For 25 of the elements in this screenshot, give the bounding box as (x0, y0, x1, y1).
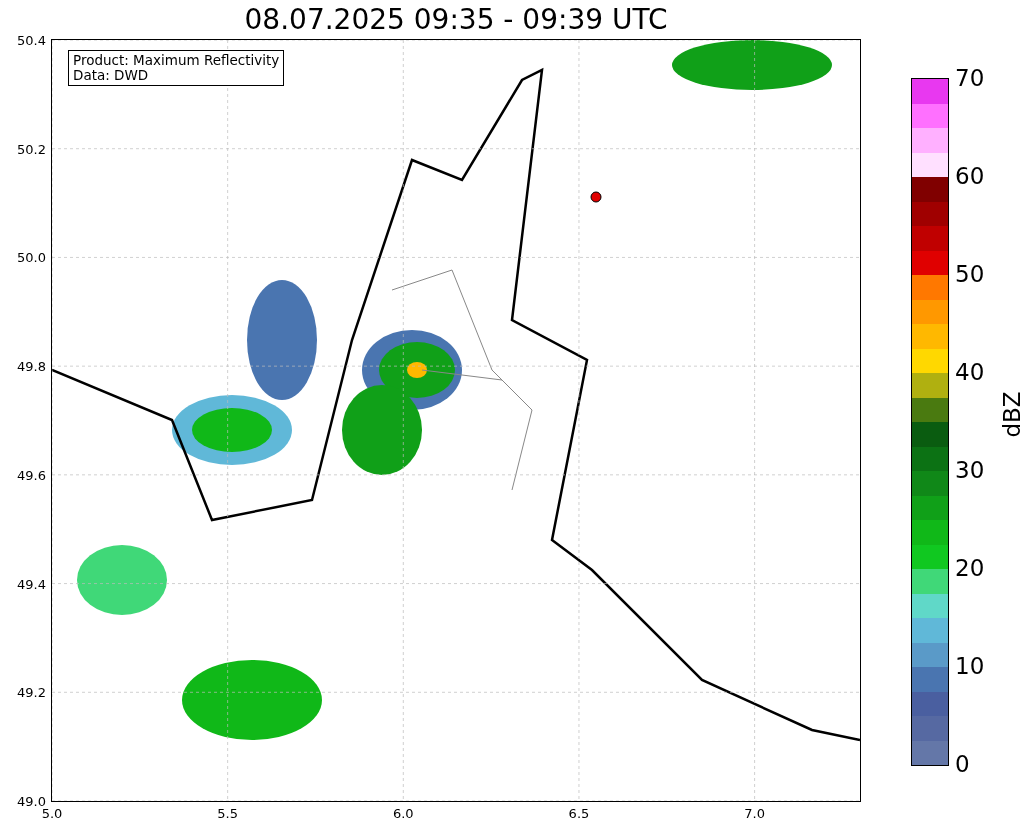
y-tick-label: 50.4 (17, 32, 46, 48)
colorbar-tick-label: 30 (955, 458, 985, 482)
colorbar-tick-label: 50 (955, 262, 985, 286)
y-tick-label: 50.0 (17, 249, 46, 265)
colorbar-tick-label: 60 (955, 164, 985, 188)
y-tick-label: 50.2 (17, 141, 46, 157)
chart-title: 08.07.2025 09:35 - 09:39 UTC (243, 3, 669, 36)
info-text: Product: Maximum Reflectivity (73, 53, 280, 68)
info-text: Data: DWD (73, 68, 150, 83)
y-tick-label: 49.2 (17, 684, 46, 700)
colorbar-tick-label: 20 (955, 556, 985, 580)
y-tick-label: 49.0 (17, 793, 46, 809)
colorbar-tick-label: 10 (955, 654, 985, 678)
x-tick-label: 6.0 (392, 806, 414, 821)
y-tick-label: 49.4 (17, 576, 46, 592)
x-tick-label: 7.0 (744, 806, 765, 821)
x-tick-label: 6.5 (568, 806, 590, 821)
y-tick-label: 49.6 (17, 467, 46, 483)
y-tick-label: 49.8 (17, 358, 46, 374)
colorbar-tick-label: 70 (955, 66, 985, 90)
colorbar-label: dBZ (1000, 391, 1023, 438)
x-tick-label: 5.0 (41, 806, 63, 821)
colorbar-tick-label: 0 (955, 752, 970, 776)
x-tick-label: 5.5 (217, 806, 238, 821)
colorbar-tick-label: 40 (955, 360, 985, 384)
